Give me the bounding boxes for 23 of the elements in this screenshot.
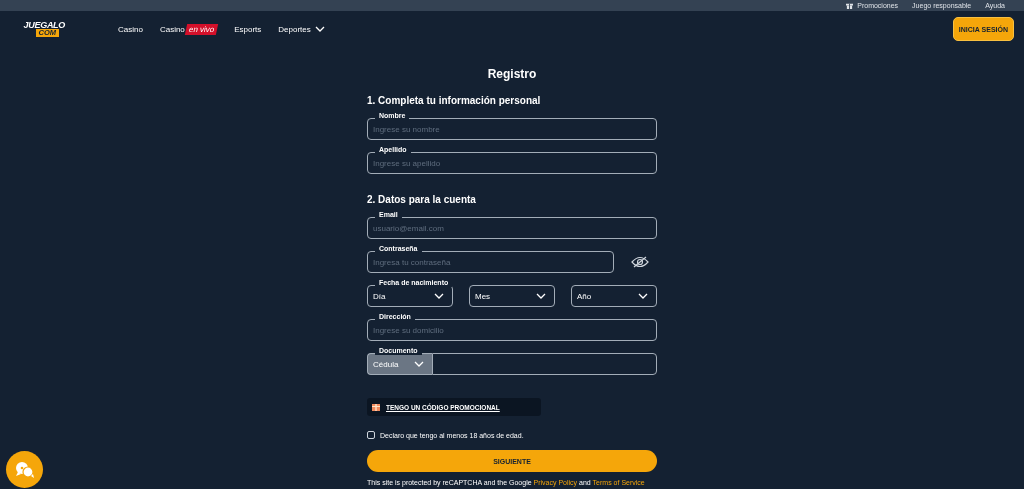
input-field[interactable]: Ingrese su nombre: [367, 118, 657, 140]
nav-link[interactable]: Esports: [234, 24, 262, 34]
select-field[interactable]: Año: [571, 285, 657, 307]
select-field[interactable]: Día: [367, 285, 453, 307]
nav-link[interactable]: Casino: [118, 24, 143, 34]
input-field[interactable]: usuario@email.com: [367, 217, 657, 239]
nav-link[interactable]: Deportes: [278, 24, 325, 34]
section-title: 1. Completa tu información personal: [367, 95, 542, 106]
chat-button[interactable]: [6, 451, 43, 488]
checkbox[interactable]: [367, 431, 375, 439]
eye-slash-icon[interactable]: [631, 256, 649, 268]
page-title: Registro: [486, 67, 538, 81]
section-title: 2. Datos para la cuenta: [367, 194, 477, 205]
input-field[interactable]: Ingrese su domicilio: [367, 319, 657, 341]
chat-bubbles-icon: [14, 460, 35, 479]
chevron-down-icon: [434, 293, 444, 299]
chevron-down-icon: [638, 293, 648, 299]
select-field[interactable]: Mes: [469, 285, 555, 307]
gift-icon: [372, 403, 380, 411]
chevron-down-icon: [414, 361, 424, 367]
chevron-down-icon: [536, 293, 546, 299]
document-type-select[interactable]: Cédula: [367, 353, 432, 375]
document-number-field[interactable]: [432, 353, 657, 375]
